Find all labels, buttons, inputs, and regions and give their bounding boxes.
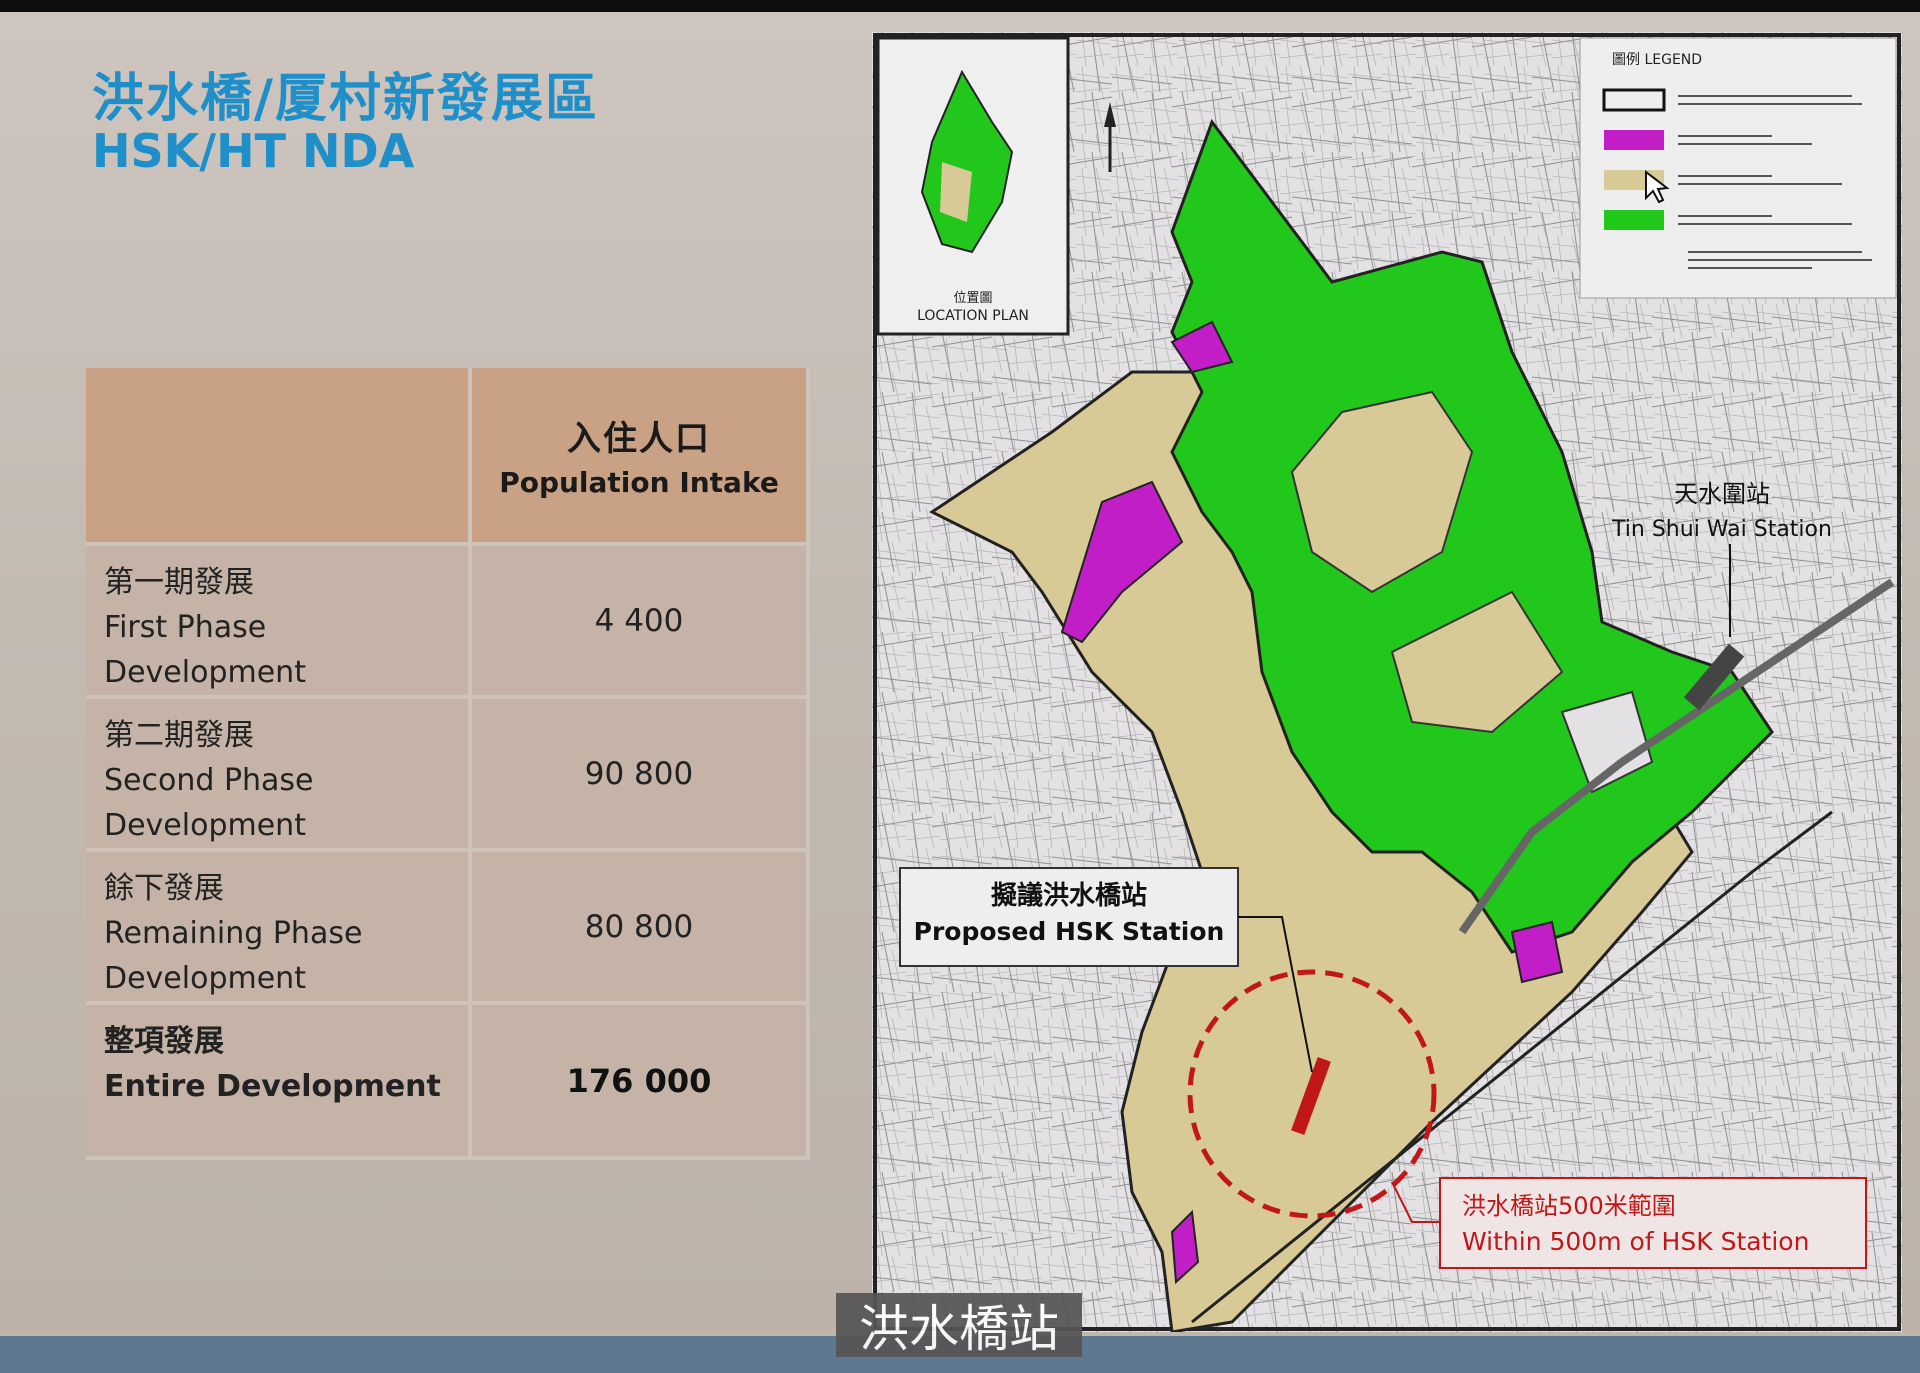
- video-subtitle: 洪水橋站: [836, 1293, 1082, 1358]
- table-row-label: 第二期發展 Second Phase Development: [86, 699, 472, 852]
- location-plan-label-english: LOCATION PLAN: [917, 308, 1029, 324]
- table-row-value: 80 800: [472, 852, 810, 1005]
- table-header-empty: [86, 368, 472, 546]
- location-plan-label-chinese: 位置圖: [953, 291, 992, 306]
- legend-first-phase-swatch: [1604, 130, 1664, 150]
- row-label-chinese: 第一期發展: [104, 565, 254, 600]
- row-label-english: First Phase: [104, 610, 267, 645]
- legend-remaining-phase-swatch: [1604, 210, 1664, 230]
- row-label-english: Second Phase: [104, 763, 314, 798]
- header-label-chinese: 入住人口: [567, 419, 711, 459]
- total-label-english: Entire Development: [104, 1069, 441, 1104]
- top-black-bar: [0, 0, 1920, 12]
- table-row-label: 餘下發展 Remaining Phase Development: [86, 852, 472, 1005]
- total-label-chinese: 整項發展: [104, 1024, 224, 1059]
- population-table: 入住人口 Population Intake 第一期發展 First Phase…: [86, 368, 810, 1160]
- tsw-station-label-chinese: 天水圍站: [1674, 480, 1770, 508]
- development-map: 位置圖 LOCATION PLAN 圖例 LEGEND 天水圍站 Tin Shu…: [872, 32, 1902, 1334]
- location-plan-shape: [940, 162, 972, 222]
- slide-title-english: HSK/HT NDA: [92, 124, 415, 178]
- radius-note-chinese: 洪水橋站500米範圍: [1462, 1192, 1676, 1220]
- radius-note-english: Within 500m of HSK Station: [1462, 1227, 1809, 1256]
- row-label-chinese: 餘下發展: [104, 871, 224, 906]
- row-label-chinese: 第二期發展: [104, 718, 254, 753]
- header-label-english: Population Intake: [499, 466, 779, 499]
- table-total-value: 176 000: [472, 1005, 810, 1160]
- row-label-english: Development: [104, 655, 306, 690]
- legend-boundary-swatch: [1602, 88, 1666, 112]
- table-total-label: 整項發展 Entire Development: [86, 1005, 472, 1160]
- row-label-english: Development: [104, 961, 306, 996]
- row-label-english: Development: [104, 808, 306, 843]
- first-phase-area: [1510, 920, 1564, 984]
- table-row-value: 90 800: [472, 699, 810, 852]
- hsk-station-label-chinese: 擬議洪水橋站: [991, 880, 1147, 911]
- table-row-value: 4 400: [472, 546, 810, 699]
- tsw-station-label-english: Tin Shui Wai Station: [1611, 517, 1832, 542]
- map-svg: 位置圖 LOCATION PLAN 圖例 LEGEND 天水圍站 Tin Shu…: [872, 32, 1902, 1334]
- table-row-label: 第一期發展 First Phase Development: [86, 546, 472, 699]
- table-header-population: 入住人口 Population Intake: [472, 368, 810, 546]
- hsk-station-label-english: Proposed HSK Station: [914, 917, 1225, 946]
- slide-title-chinese: 洪水橋/厦村新發展區: [92, 69, 599, 129]
- row-label-english: Remaining Phase: [104, 916, 363, 951]
- legend-title: 圖例 LEGEND: [1612, 52, 1702, 68]
